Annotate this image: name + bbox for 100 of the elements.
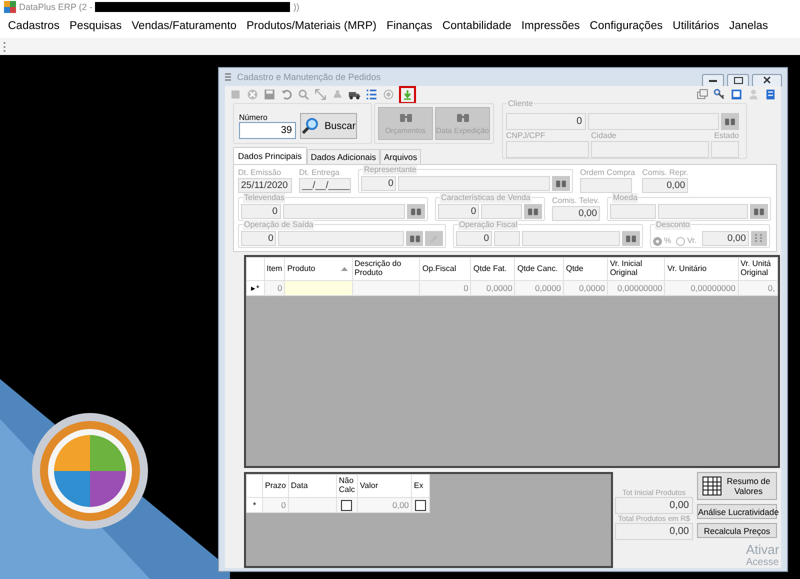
person-icon[interactable]	[747, 88, 760, 101]
panel-icon[interactable]	[764, 88, 777, 101]
lookup-button[interactable]	[407, 204, 425, 219]
description-field[interactable]	[278, 231, 404, 246]
field-label: Dt. Emissão	[238, 168, 282, 177]
table-cell: 0	[262, 498, 288, 512]
window-menu-icon[interactable]	[224, 72, 232, 82]
magnifier-icon[interactable]	[297, 88, 310, 101]
list-icon[interactable]	[365, 88, 378, 101]
checkbox[interactable]	[341, 500, 352, 511]
maximize-button[interactable]	[727, 74, 749, 86]
total-field[interactable]: 0,00	[615, 497, 693, 514]
cancel-icon[interactable]	[246, 88, 259, 101]
download-button[interactable]	[399, 86, 416, 104]
lookup-button[interactable]	[524, 204, 542, 219]
table-cell: 0,0000	[514, 280, 564, 296]
field-label: Estado	[713, 131, 739, 140]
client-code-field[interactable]: 0	[506, 113, 586, 130]
screen-icon[interactable]	[730, 88, 743, 101]
option-label: Vr.	[687, 236, 697, 246]
field-label: Número	[239, 113, 268, 122]
calculator-button[interactable]	[750, 231, 767, 246]
app-title: ))	[293, 2, 300, 12]
table-cell: 0,00000000	[607, 280, 665, 296]
option-label: %	[664, 236, 672, 246]
close-icon	[763, 76, 771, 84]
field-label: Dt. Entrega	[299, 168, 340, 177]
menu-item[interactable]: Contabilidade	[442, 20, 512, 32]
minimize-icon	[709, 78, 717, 82]
undo-icon[interactable]	[280, 88, 293, 101]
tab[interactable]: Dados Adicionais	[306, 149, 380, 164]
calculator-icon	[753, 233, 764, 244]
search-button[interactable]: Buscar	[300, 113, 357, 139]
menu-item[interactable]: Janelas	[729, 20, 768, 32]
maximize-icon	[734, 76, 742, 84]
table-cell: 0,0000	[563, 280, 608, 296]
tab[interactable]: Dados Principais	[233, 147, 307, 164]
cnpj-field[interactable]	[506, 141, 589, 158]
app-logo-icon	[4, 1, 16, 13]
binoculars-icon	[456, 112, 470, 123]
number-field[interactable]: 39	[239, 122, 296, 139]
state-field[interactable]	[711, 141, 739, 158]
table-cell: 0,00	[357, 498, 412, 512]
lookup-button[interactable]	[750, 204, 768, 219]
save-icon[interactable]	[263, 88, 276, 101]
column-header[interactable]	[246, 474, 262, 498]
menu-item[interactable]: Produtos/Materiais (MRP)	[246, 20, 376, 32]
group-label: Operação Fiscal	[458, 220, 518, 230]
tab[interactable]: Arquivos	[380, 149, 422, 164]
group-label: Televendas	[243, 193, 286, 203]
group-label: Representante	[363, 165, 418, 175]
description-field[interactable]	[398, 176, 550, 191]
download-arrow-icon	[402, 88, 413, 100]
column-header[interactable]	[246, 258, 264, 280]
table-cell: ▸*	[246, 280, 264, 296]
lookup-button[interactable]	[406, 231, 424, 246]
expand-icon[interactable]	[314, 88, 327, 101]
checkbox[interactable]	[414, 500, 426, 511]
group-label: Moeda	[612, 193, 638, 203]
recalculate-button[interactable]: Recalcula Preços	[697, 523, 777, 538]
description-field[interactable]	[658, 204, 748, 219]
description-field[interactable]	[522, 231, 620, 246]
binoculars-icon	[555, 179, 568, 188]
field-label: Comis. Telev.	[552, 196, 600, 205]
code-field[interactable]	[494, 231, 520, 246]
purchase-order-field[interactable]	[580, 178, 632, 193]
binoculars-icon	[527, 207, 540, 216]
table-cell: 0	[420, 280, 471, 296]
sort-arrow-icon	[340, 267, 348, 271]
key-icon[interactable]	[713, 88, 726, 101]
binoculars-icon	[398, 112, 412, 123]
menu-item[interactable]: Pesquisas	[70, 20, 122, 32]
binoculars-icon	[410, 207, 422, 216]
description-field[interactable]	[282, 204, 406, 219]
lookup-button[interactable]	[622, 231, 640, 246]
minimize-button[interactable]	[702, 74, 724, 86]
binoculars-icon	[408, 234, 421, 243]
group-label: Cliente	[507, 99, 534, 108]
field-label: Comis. Repr.	[642, 168, 688, 177]
group-label: Operação de Saída	[243, 220, 314, 230]
menu-item[interactable]: Utilitários	[672, 20, 720, 32]
city-field[interactable]	[591, 141, 709, 158]
client-name-field[interactable]	[588, 113, 719, 130]
table-cell: *	[246, 498, 262, 512]
menu-item[interactable]: Finanças	[386, 20, 432, 32]
table-icon	[702, 476, 722, 496]
menu-item[interactable]: Impressões	[521, 20, 580, 32]
total-field[interactable]: 0,00	[615, 523, 693, 540]
lookup-button[interactable]	[552, 176, 570, 191]
close-button[interactable]	[752, 74, 782, 86]
description-field[interactable]	[481, 204, 522, 219]
code-field[interactable]	[610, 204, 656, 219]
lookup-button[interactable]	[721, 113, 739, 130]
menu-item[interactable]: Configurações	[590, 20, 663, 32]
menu-item[interactable]: Cadastros	[8, 20, 60, 32]
menu-item[interactable]: Vendas/Faturamento	[132, 20, 237, 32]
summary-button[interactable]: Resumo de Valores	[697, 472, 777, 500]
profitability-button[interactable]: Análise Lucratividade	[697, 504, 777, 519]
table-cell	[284, 280, 352, 296]
windows-icon[interactable]	[696, 88, 709, 101]
